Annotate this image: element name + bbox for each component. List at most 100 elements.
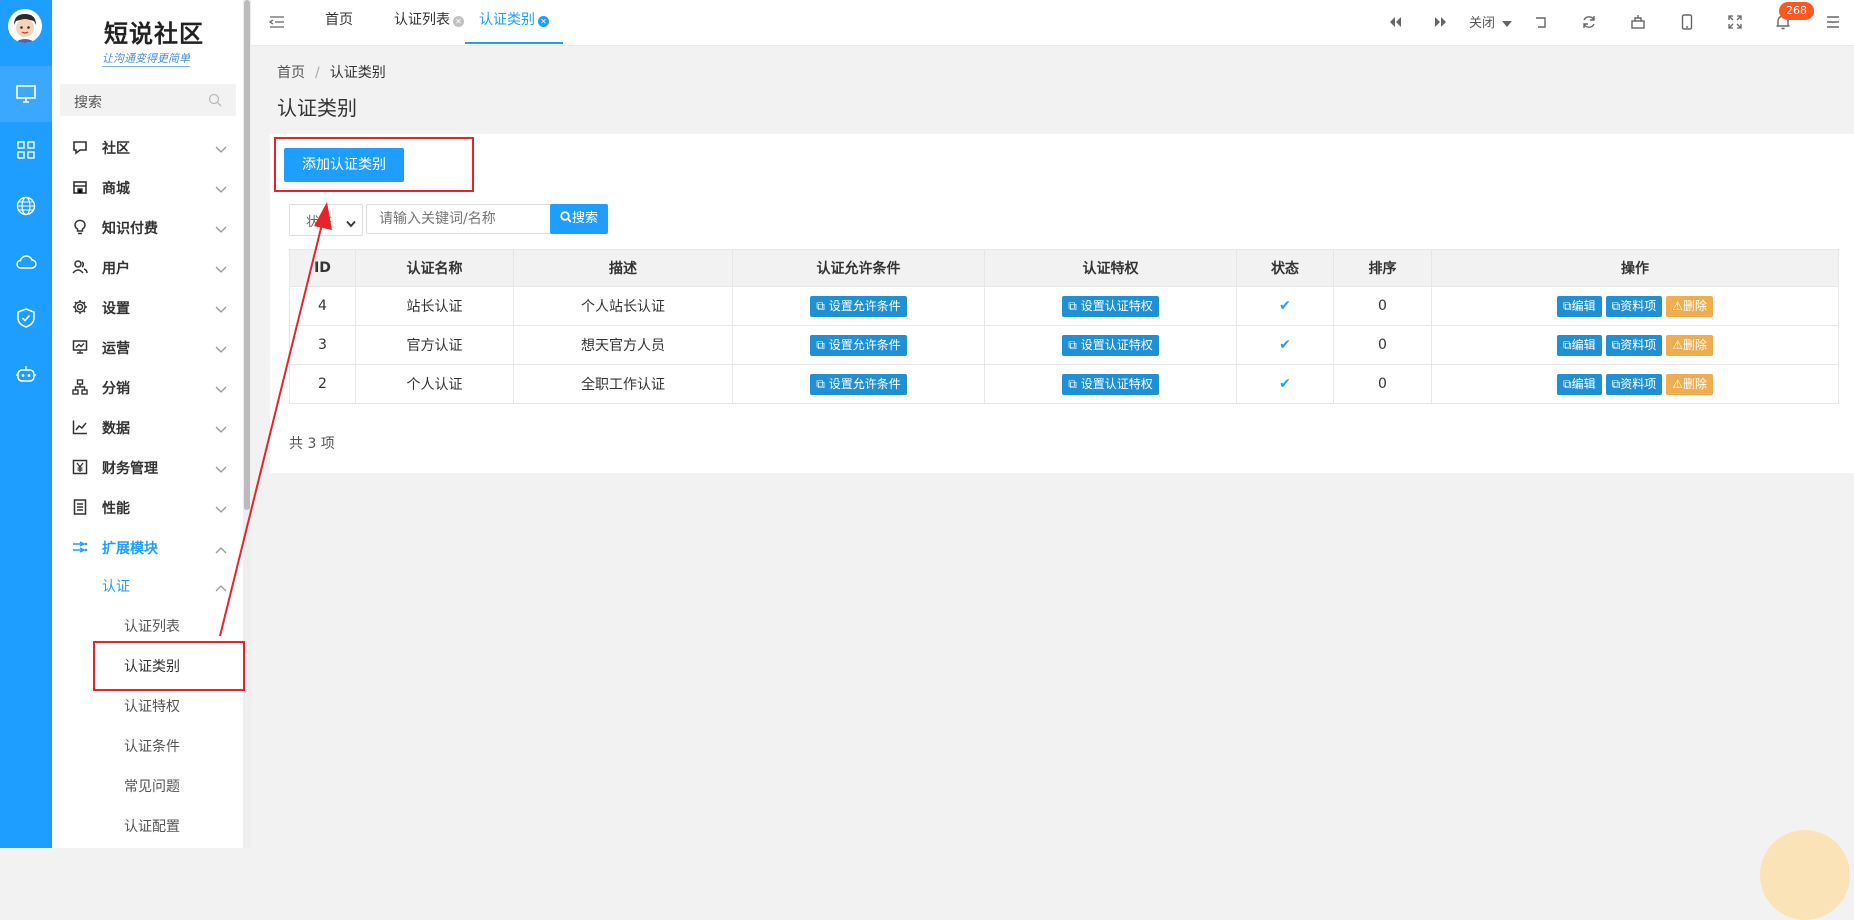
extension-icon — [72, 539, 88, 555]
tab-home[interactable]: 首页 — [325, 0, 353, 44]
sidebar-item-extensions[interactable]: 扩展模块 — [52, 527, 243, 567]
tab-auth-list[interactable]: 认证列表 ✕ — [394, 0, 464, 44]
copy-icon: ⧉ — [816, 376, 825, 391]
set-condition-button[interactable]: ⧉ 设置允许条件 — [810, 334, 907, 356]
profile-fields-button[interactable]: ⧉资料项 — [1605, 295, 1663, 317]
edit-button[interactable]: ⧉编辑 — [1557, 334, 1602, 356]
search-icon[interactable] — [208, 92, 222, 111]
breadcrumb-home[interactable]: 首页 — [277, 65, 305, 81]
annotation-box-add-button — [274, 137, 474, 192]
cell-privilege: ⧉ 设置认证特权 — [984, 286, 1237, 326]
sidebar-item-mall[interactable]: 商城 — [52, 167, 243, 207]
sidebar-item-label: 数据 — [102, 421, 130, 437]
profile-fields-label: 资料项 — [1620, 337, 1657, 352]
sidebar-item-label: 用户 — [102, 261, 130, 277]
sidebar-item-data[interactable]: 数据 — [52, 407, 243, 447]
set-privilege-button[interactable]: ⧉ 设置认证特权 — [1062, 373, 1159, 395]
monitor-chart-icon — [72, 339, 88, 355]
sidebar-subitem-auth-condition[interactable]: 认证条件 — [52, 725, 243, 765]
profile-fields-button[interactable]: ⧉资料项 — [1605, 373, 1663, 395]
keyword-input[interactable] — [366, 204, 575, 234]
search-button[interactable]: 搜索 — [550, 204, 608, 234]
cell-actions: ⧉编辑 ⧉资料项 ⚠删除 — [1431, 286, 1839, 326]
cell-name: 官方认证 — [355, 325, 514, 365]
refresh-icon[interactable] — [1579, 12, 1599, 32]
cell-status: ✔ — [1236, 286, 1334, 326]
delete-button[interactable]: ⚠删除 — [1666, 373, 1713, 395]
rail-cloud-icon[interactable] — [0, 234, 52, 290]
sidebar-item-distribution[interactable]: 分销 — [52, 367, 243, 407]
tab-auth-category[interactable]: 认证类别 ✕ — [465, 0, 563, 44]
set-condition-button[interactable]: ⧉ 设置允许条件 — [810, 295, 907, 317]
warning-icon: ⚠ — [1672, 298, 1683, 313]
sidebar-subitem-auth-list[interactable]: 认证列表 — [52, 605, 243, 645]
edit-icon: ⧉ — [1563, 337, 1572, 352]
set-condition-label: 设置允许条件 — [828, 337, 901, 352]
close-dropdown[interactable]: 关闭 — [1469, 12, 1513, 31]
sidebar-subgroup-auth[interactable]: 认证 — [52, 565, 243, 605]
sidebar-item-settings[interactable]: 设置 — [52, 287, 243, 327]
chat-icon — [72, 139, 88, 155]
set-condition-label: 设置允许条件 — [828, 298, 901, 313]
fullscreen-icon[interactable] — [1725, 12, 1745, 32]
edit-button[interactable]: ⧉编辑 — [1557, 373, 1602, 395]
status-select[interactable]: 状态 — [289, 204, 363, 236]
delete-button[interactable]: ⚠删除 — [1666, 295, 1713, 317]
chevron-down-icon — [215, 339, 227, 358]
logo: 短说社区 让沟通变得更简单 — [52, 6, 212, 67]
column-header: ID — [289, 249, 356, 287]
edit-icon: ⧉ — [1563, 298, 1572, 313]
hierarchy-icon — [72, 379, 88, 395]
sidebar-item-community[interactable]: 社区 — [52, 127, 243, 167]
rail-shield-icon[interactable] — [0, 290, 52, 346]
chevron-down-icon — [215, 139, 227, 158]
scroll-left-icon[interactable] — [1385, 12, 1405, 32]
mobile-icon[interactable] — [1677, 12, 1697, 32]
tab-close-icon[interactable]: ✕ — [453, 16, 464, 27]
sidebar-scrollbar-thumb[interactable] — [244, 0, 250, 510]
sidebar-subitem-auth-config[interactable]: 认证配置 — [52, 805, 243, 845]
sidebar-subitem-faq[interactable]: 常见问题 — [52, 765, 243, 805]
menu-collapse-icon[interactable] — [268, 14, 285, 33]
avatar[interactable] — [8, 9, 42, 43]
sidebar-item-label: 商城 — [102, 181, 130, 197]
sidebar-subitem-label: 认证条件 — [124, 739, 180, 755]
sidebar-search[interactable]: 搜索 — [60, 84, 236, 116]
rail-globe-icon[interactable] — [0, 178, 52, 234]
sidebar-item-knowledge-pay[interactable]: 知识付费 — [52, 207, 243, 247]
more-menu-icon[interactable] — [1823, 12, 1843, 32]
cell-id: 3 — [289, 325, 356, 365]
rail-robot-icon[interactable] — [0, 346, 52, 402]
chevron-down-icon — [215, 459, 227, 478]
profile-fields-button[interactable]: ⧉资料项 — [1605, 334, 1663, 356]
set-privilege-label: 设置认证特权 — [1080, 376, 1153, 391]
clear-cache-icon[interactable] — [1628, 12, 1648, 32]
profile-fields-label: 资料项 — [1620, 298, 1657, 313]
sidebar-item-performance[interactable]: 性能 — [52, 487, 243, 527]
cell-condition: ⧉ 设置允许条件 — [732, 325, 985, 365]
page-title: 认证类别 — [277, 96, 357, 120]
cell-desc: 个人站长认证 — [513, 286, 733, 326]
set-condition-button[interactable]: ⧉ 设置允许条件 — [810, 373, 907, 395]
delete-label: 删除 — [1682, 376, 1707, 391]
rail-grid-icon[interactable] — [0, 122, 52, 178]
sidebar-scrollbar[interactable] — [243, 0, 251, 848]
tab-close-icon[interactable]: ✕ — [538, 16, 549, 27]
users-icon — [72, 259, 88, 275]
cell-name: 站长认证 — [355, 286, 514, 326]
set-privilege-button[interactable]: ⧉ 设置认证特权 — [1062, 295, 1159, 317]
delete-button[interactable]: ⚠删除 — [1666, 334, 1713, 356]
sidebar-item-finance[interactable]: 财务管理 — [52, 447, 243, 487]
sidebar-item-operations[interactable]: 运营 — [52, 327, 243, 367]
scroll-right-icon[interactable] — [1431, 12, 1451, 32]
back-icon[interactable] — [1531, 12, 1551, 32]
set-privilege-button[interactable]: ⧉ 设置认证特权 — [1062, 334, 1159, 356]
rail-desktop-icon[interactable] — [0, 66, 52, 122]
logo-title: 短说社区 — [104, 19, 204, 48]
copy-icon: ⧉ — [1611, 337, 1621, 352]
edit-button[interactable]: ⧉编辑 — [1557, 295, 1602, 317]
sidebar-item-label: 性能 — [102, 501, 130, 517]
sidebar-item-label: 运营 — [102, 341, 130, 357]
sidebar-item-users[interactable]: 用户 — [52, 247, 243, 287]
sidebar-subitem-auth-privilege[interactable]: 认证特权 — [52, 685, 243, 725]
